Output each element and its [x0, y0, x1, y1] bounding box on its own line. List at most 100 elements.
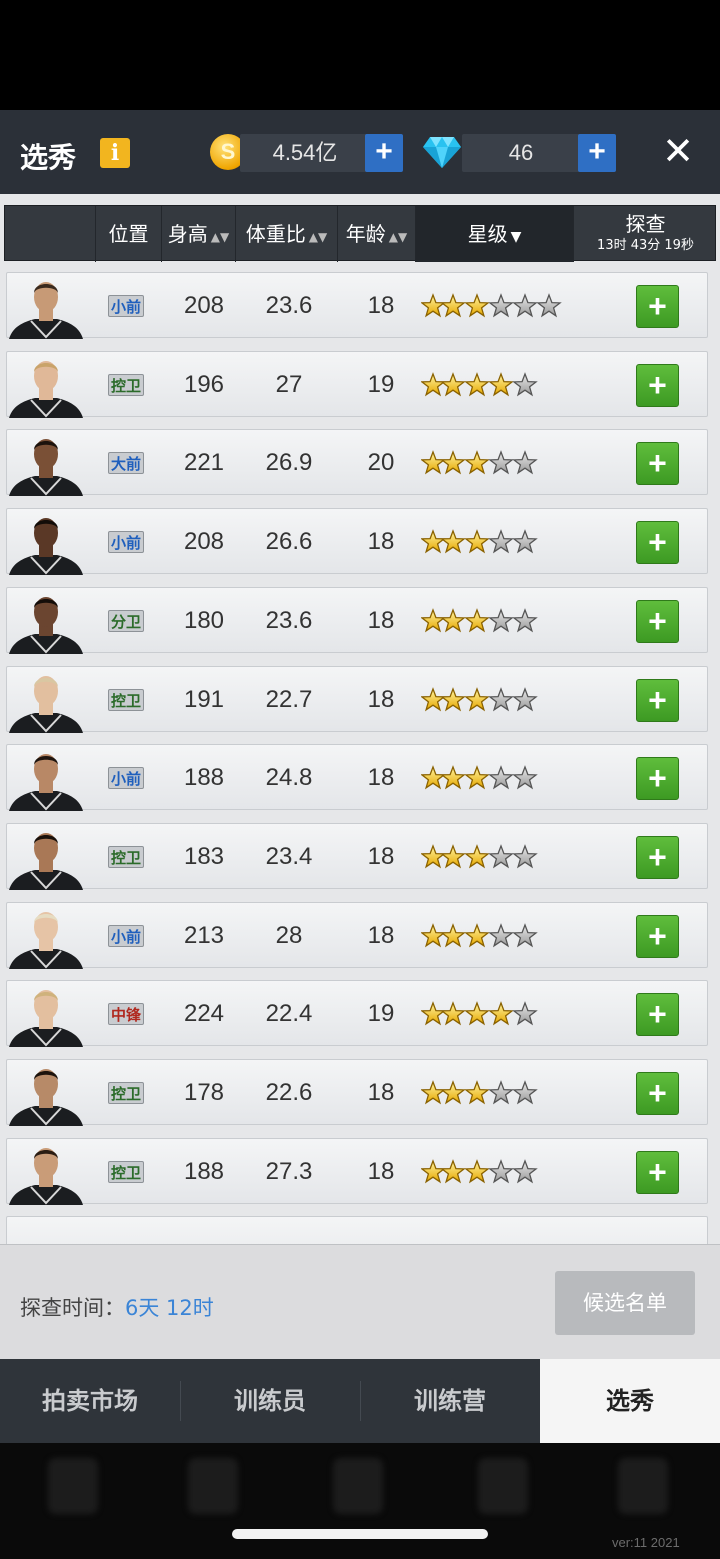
add-to-candidates-button[interactable]: + — [636, 1072, 679, 1115]
header-age-label: 年龄 — [345, 222, 386, 246]
weight-ratio-value: 26.6 — [265, 528, 313, 556]
star-rating — [421, 1080, 538, 1105]
weight-ratio-value: 26.9 — [265, 449, 313, 477]
add-to-candidates-button[interactable]: + — [636, 835, 679, 879]
triangle-down-icon: ▼ — [510, 229, 522, 245]
age-value: 18 — [367, 764, 395, 792]
height-value: 208 — [183, 292, 225, 319]
player-avatar — [9, 518, 83, 576]
height-value: 188 — [183, 764, 225, 792]
position-badge: 大前 — [108, 452, 144, 475]
add-to-candidates-button[interactable]: + — [636, 757, 679, 801]
header-weight-sort[interactable]: 体重比 ▲▼ — [235, 206, 337, 262]
star-rating — [421, 607, 538, 633]
home-indicator[interactable] — [232, 1529, 488, 1539]
weight-ratio-value: 28 — [275, 921, 303, 949]
scout-timer: 13时 43分 19秒 — [597, 238, 694, 253]
height-value: 196 — [183, 370, 225, 398]
player-avatar — [9, 911, 83, 969]
position-badge: 小前 — [108, 767, 144, 790]
age-value: 18 — [367, 842, 395, 870]
player-row-partial[interactable] — [6, 1216, 708, 1244]
add-gems-button[interactable]: + — [578, 134, 616, 172]
blurred-nav-icon — [478, 1458, 528, 1514]
version-label: ver:11 2021 — [612, 1535, 680, 1550]
diamond-icon — [423, 137, 461, 168]
position-badge: 小前 — [108, 531, 144, 554]
star-rating — [421, 922, 538, 947]
height-value: 224 — [183, 1000, 225, 1028]
weight-ratio-value: 23.6 — [265, 292, 313, 319]
blurred-nav-icon — [188, 1458, 238, 1514]
player-row[interactable]: 小前 188 24.8 18 + — [6, 744, 708, 812]
weight-ratio-value: 23.6 — [265, 606, 313, 634]
player-list[interactable]: 小前 208 23.6 18 + 控卫 196 27 19 + 大前 221 26.9 20 + 小前 208 2… — [0, 262, 720, 1244]
table-header: 位置 身高 ▲▼ 体重比 ▲▼ 年龄 ▲▼ 星级 ▼ 探查 13时 43分 19秒 — [4, 205, 717, 262]
header-scout: 探查 13时 43分 19秒 — [573, 206, 717, 262]
candidate-list-button[interactable]: 候选名单 — [555, 1271, 695, 1335]
header-scout-label: 探查 — [625, 212, 666, 236]
player-avatar — [9, 360, 83, 418]
height-value: 213 — [183, 921, 225, 949]
player-row[interactable]: 控卫 188 27.3 18 + — [6, 1137, 708, 1205]
header-height-sort[interactable]: 身高 ▲▼ — [161, 206, 235, 262]
player-row[interactable]: 大前 221 26.9 20 + — [6, 429, 708, 497]
star-rating — [421, 686, 538, 711]
position-badge: 控卫 — [108, 845, 144, 868]
height-value: 188 — [183, 1157, 225, 1185]
header-height-label: 身高 — [167, 222, 208, 246]
add-to-candidates-button[interactable]: + — [636, 678, 679, 722]
weight-ratio-value: 22.7 — [265, 685, 313, 713]
add-to-candidates-button[interactable]: + — [636, 599, 679, 643]
player-row[interactable]: 控卫 183 23.4 18 + — [6, 822, 708, 890]
position-badge: 中锋 — [108, 1003, 144, 1026]
position-badge: 控卫 — [108, 688, 144, 711]
age-value: 19 — [367, 370, 395, 398]
height-value: 191 — [183, 685, 225, 713]
add-to-candidates-button[interactable]: + — [636, 363, 679, 407]
add-to-candidates-button[interactable]: + — [636, 285, 679, 328]
coins-display: 4.54亿 — [240, 134, 370, 172]
add-to-candidates-button[interactable]: + — [636, 914, 679, 958]
add-to-candidates-button[interactable]: + — [636, 442, 679, 486]
add-to-candidates-button[interactable]: + — [636, 993, 679, 1037]
header-position: 位置 — [95, 206, 161, 262]
player-avatar — [9, 596, 83, 654]
info-button[interactable]: i — [100, 138, 130, 168]
star-rating — [421, 293, 562, 318]
age-value: 18 — [367, 528, 395, 556]
player-row[interactable]: 控卫 191 22.7 18 + — [6, 665, 708, 733]
blurred-nav-icon — [333, 1458, 383, 1514]
player-avatar — [9, 439, 83, 497]
height-value: 208 — [183, 528, 225, 556]
height-value: 180 — [183, 606, 225, 634]
player-row[interactable]: 中锋 224 22.4 19 + — [6, 980, 708, 1048]
player-row[interactable]: 控卫 196 27 19 + — [6, 350, 708, 418]
star-rating — [421, 371, 538, 397]
position-badge: 控卫 — [108, 1160, 144, 1183]
tab-trainers[interactable]: 训练员 — [180, 1359, 360, 1443]
header-stars-sort[interactable]: 星级 ▼ — [415, 206, 573, 262]
add-coins-button[interactable]: + — [365, 134, 403, 172]
scout-time: 探查时间：6天 12时 — [20, 1292, 214, 1322]
star-rating — [421, 844, 538, 869]
add-to-candidates-button[interactable]: + — [636, 521, 679, 565]
player-row[interactable]: 小前 208 23.6 18 + — [6, 272, 708, 339]
player-row[interactable]: 小前 213 28 18 + — [6, 901, 708, 969]
position-badge: 小前 — [108, 924, 144, 947]
position-badge: 控卫 — [108, 1082, 144, 1104]
add-to-candidates-button[interactable]: + — [636, 1150, 679, 1194]
header-age-sort[interactable]: 年龄 ▲▼ — [337, 206, 415, 262]
player-row[interactable]: 小前 208 26.6 18 + — [6, 508, 708, 576]
tab-training-camp[interactable]: 训练营 — [360, 1359, 540, 1443]
tab-draft[interactable]: 选秀 — [540, 1359, 720, 1443]
height-value: 178 — [183, 1079, 225, 1106]
close-button[interactable]: ✕ — [660, 133, 696, 171]
player-avatar — [9, 1147, 83, 1205]
scout-time-label: 探查时间： — [20, 1296, 125, 1320]
sort-updown-icon: ▲▼ — [210, 230, 230, 244]
player-row[interactable]: 控卫 178 22.6 18 + — [6, 1059, 708, 1126]
player-row[interactable]: 分卫 180 23.6 18 + — [6, 586, 708, 654]
tab-auction-market[interactable]: 拍卖市场 — [0, 1359, 180, 1443]
position-badge: 控卫 — [108, 373, 144, 396]
